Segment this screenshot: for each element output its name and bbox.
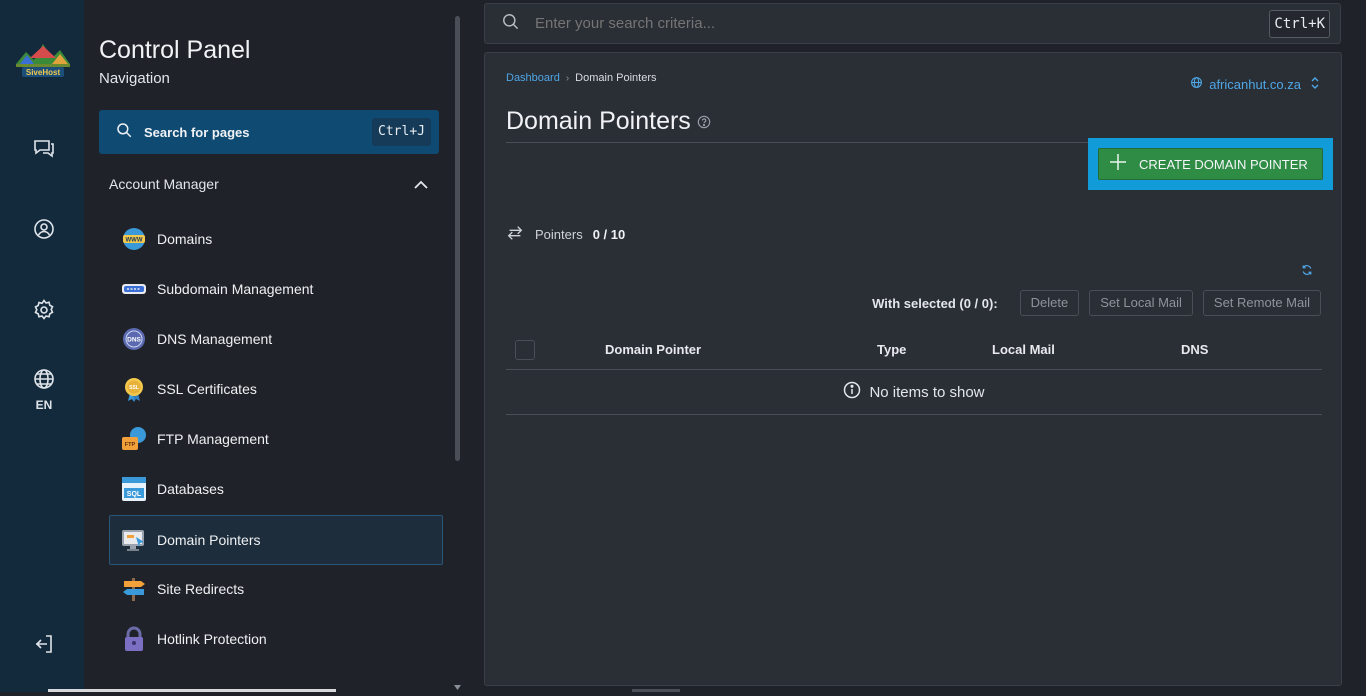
nav-item-dns-management[interactable]: DNS DNS Management bbox=[109, 314, 443, 364]
breadcrumb-dashboard-link[interactable]: Dashboard bbox=[506, 72, 560, 84]
nav-item-site-redirects[interactable]: Site Redirects bbox=[109, 564, 443, 614]
global-search-input[interactable] bbox=[535, 15, 1235, 32]
create-button-label: CREATE DOMAIN POINTER bbox=[1139, 156, 1308, 172]
globe-icon bbox=[32, 367, 56, 396]
globe-icon bbox=[1190, 76, 1203, 92]
navigation-panel: Control Panel Navigation Search for page… bbox=[84, 0, 464, 692]
swap-arrows-icon bbox=[506, 224, 524, 245]
padlock-icon bbox=[121, 626, 147, 652]
signpost-icon bbox=[121, 576, 147, 602]
nav-item-ftp-management[interactable]: FTP FTP Management bbox=[109, 414, 443, 464]
svg-text:FTP: FTP bbox=[125, 442, 136, 448]
nav-item-ssl-certificates[interactable]: SSL SSL Certificates bbox=[109, 364, 443, 414]
chat-icon bbox=[32, 136, 56, 165]
page-title-text: Domain Pointers bbox=[506, 107, 691, 135]
create-button-focus-ring: CREATE DOMAIN POINTER bbox=[1088, 138, 1333, 190]
user-circle-icon bbox=[32, 217, 56, 246]
nav-title: Control Panel bbox=[99, 36, 251, 64]
page-title: Domain Pointers bbox=[506, 107, 711, 136]
nav-item-domain-pointers[interactable]: Domain Pointers bbox=[109, 515, 443, 565]
search-icon bbox=[115, 121, 133, 144]
global-search-bar: Ctrl+K bbox=[484, 3, 1341, 44]
nav-item-databases[interactable]: SQL Databases bbox=[109, 464, 443, 514]
section-title: Account Manager bbox=[109, 176, 219, 192]
empty-table-row: No items to show bbox=[506, 370, 1322, 415]
account-manager-section[interactable]: Account Manager bbox=[109, 172, 439, 196]
nav-scrollbar[interactable] bbox=[454, 6, 461, 690]
breadcrumb: Dashboard › Domain Pointers bbox=[506, 72, 657, 84]
plus-icon bbox=[1109, 153, 1127, 176]
sql-database-icon: SQL bbox=[121, 476, 147, 502]
language-code[interactable]: EN bbox=[22, 398, 66, 412]
ssl-badge-icon: SSL bbox=[121, 376, 147, 402]
profile-rail-button[interactable] bbox=[22, 209, 66, 253]
pointers-label: Pointers bbox=[535, 227, 583, 242]
logout-rail-button[interactable] bbox=[22, 624, 66, 668]
table-header: Domain Pointer Type Local Mail DNS bbox=[506, 336, 1322, 370]
scroll-down-icon[interactable] bbox=[454, 678, 461, 690]
subdomain-icon bbox=[121, 276, 147, 302]
breadcrumb-current: Domain Pointers bbox=[575, 72, 657, 84]
global-search-shortcut: Ctrl+K bbox=[1269, 10, 1330, 38]
create-domain-pointer-button[interactable]: CREATE DOMAIN POINTER bbox=[1098, 148, 1323, 180]
nav-item-hotlink-protection[interactable]: Hotlink Protection bbox=[109, 614, 443, 664]
nav-item-label: Subdomain Management bbox=[157, 281, 314, 297]
main-content: Dashboard › Domain Pointers africanhut.c… bbox=[484, 52, 1342, 686]
select-all-checkbox[interactable] bbox=[515, 340, 535, 360]
pointers-usage: Pointers 0 / 10 bbox=[506, 224, 625, 245]
column-domain-pointer[interactable]: Domain Pointer bbox=[605, 342, 701, 357]
settings-rail-button[interactable] bbox=[22, 290, 66, 334]
breadcrumb-separator-icon: › bbox=[565, 72, 570, 84]
nav-item-label: Domains bbox=[157, 231, 213, 247]
pointers-count: 0 / 10 bbox=[592, 227, 626, 242]
up-down-chevron-icon bbox=[1311, 76, 1319, 92]
set-local-mail-button[interactable]: Set Local Mail bbox=[1089, 290, 1193, 316]
gear-icon bbox=[32, 298, 56, 327]
search-icon bbox=[501, 12, 520, 36]
dns-icon: DNS bbox=[121, 326, 147, 352]
www-globe-icon: WWW bbox=[121, 226, 147, 252]
empty-message: No items to show bbox=[869, 383, 985, 401]
nav-item-subdomain-management[interactable]: Subdomain Management bbox=[109, 264, 443, 314]
chat-rail-button[interactable] bbox=[22, 128, 66, 172]
svg-text:SSL: SSL bbox=[129, 385, 139, 391]
nav-item-label: Domain Pointers bbox=[157, 532, 261, 548]
svg-text:SQL: SQL bbox=[127, 491, 142, 498]
icon-rail: SiveHost EN bbox=[0, 0, 84, 692]
sivehost-logo[interactable]: SiveHost bbox=[12, 34, 74, 84]
nav-item-label: Hotlink Protection bbox=[157, 631, 267, 647]
nav-item-label: DNS Management bbox=[157, 331, 273, 347]
svg-text:DNS: DNS bbox=[127, 337, 141, 344]
nav-item-domains[interactable]: WWW Domains bbox=[109, 214, 443, 264]
svg-text:WWW: WWW bbox=[126, 238, 143, 244]
nav-item-label: Databases bbox=[157, 481, 224, 497]
nav-item-label: Site Redirects bbox=[157, 581, 245, 597]
language-rail-button[interactable] bbox=[22, 359, 66, 403]
with-selected-label: With selected (0 / 0): bbox=[872, 295, 998, 311]
page-search-label: Search for pages bbox=[144, 124, 250, 140]
logo-text: SiveHost bbox=[26, 68, 61, 77]
refresh-icon[interactable] bbox=[1301, 263, 1313, 281]
column-local-mail[interactable]: Local Mail bbox=[992, 342, 1055, 357]
info-icon bbox=[843, 381, 861, 403]
nav-scroll-thumb[interactable] bbox=[455, 16, 460, 461]
ftp-folder-icon: FTP bbox=[121, 426, 147, 452]
page-search-shortcut: Ctrl+J bbox=[372, 118, 431, 146]
set-remote-mail-button[interactable]: Set Remote Mail bbox=[1202, 290, 1321, 316]
column-type[interactable]: Type bbox=[877, 342, 906, 357]
selected-domain: africanhut.co.za bbox=[1209, 76, 1301, 92]
chevron-up-icon bbox=[413, 178, 429, 194]
nav-item-label: FTP Management bbox=[157, 431, 269, 447]
page-search-button[interactable]: Search for pages Ctrl+J bbox=[99, 110, 439, 154]
delete-button[interactable]: Delete bbox=[1019, 290, 1080, 316]
nav-item-label: SSL Certificates bbox=[157, 381, 257, 397]
column-dns[interactable]: DNS bbox=[1181, 342, 1208, 357]
nav-subtitle: Navigation bbox=[99, 70, 170, 87]
bulk-actions: With selected (0 / 0): Delete Set Local … bbox=[872, 290, 1321, 316]
help-icon[interactable] bbox=[697, 107, 711, 136]
domain-selector[interactable]: africanhut.co.za bbox=[1190, 76, 1319, 92]
monitor-pointer-icon bbox=[121, 527, 147, 553]
logout-icon bbox=[32, 632, 56, 661]
